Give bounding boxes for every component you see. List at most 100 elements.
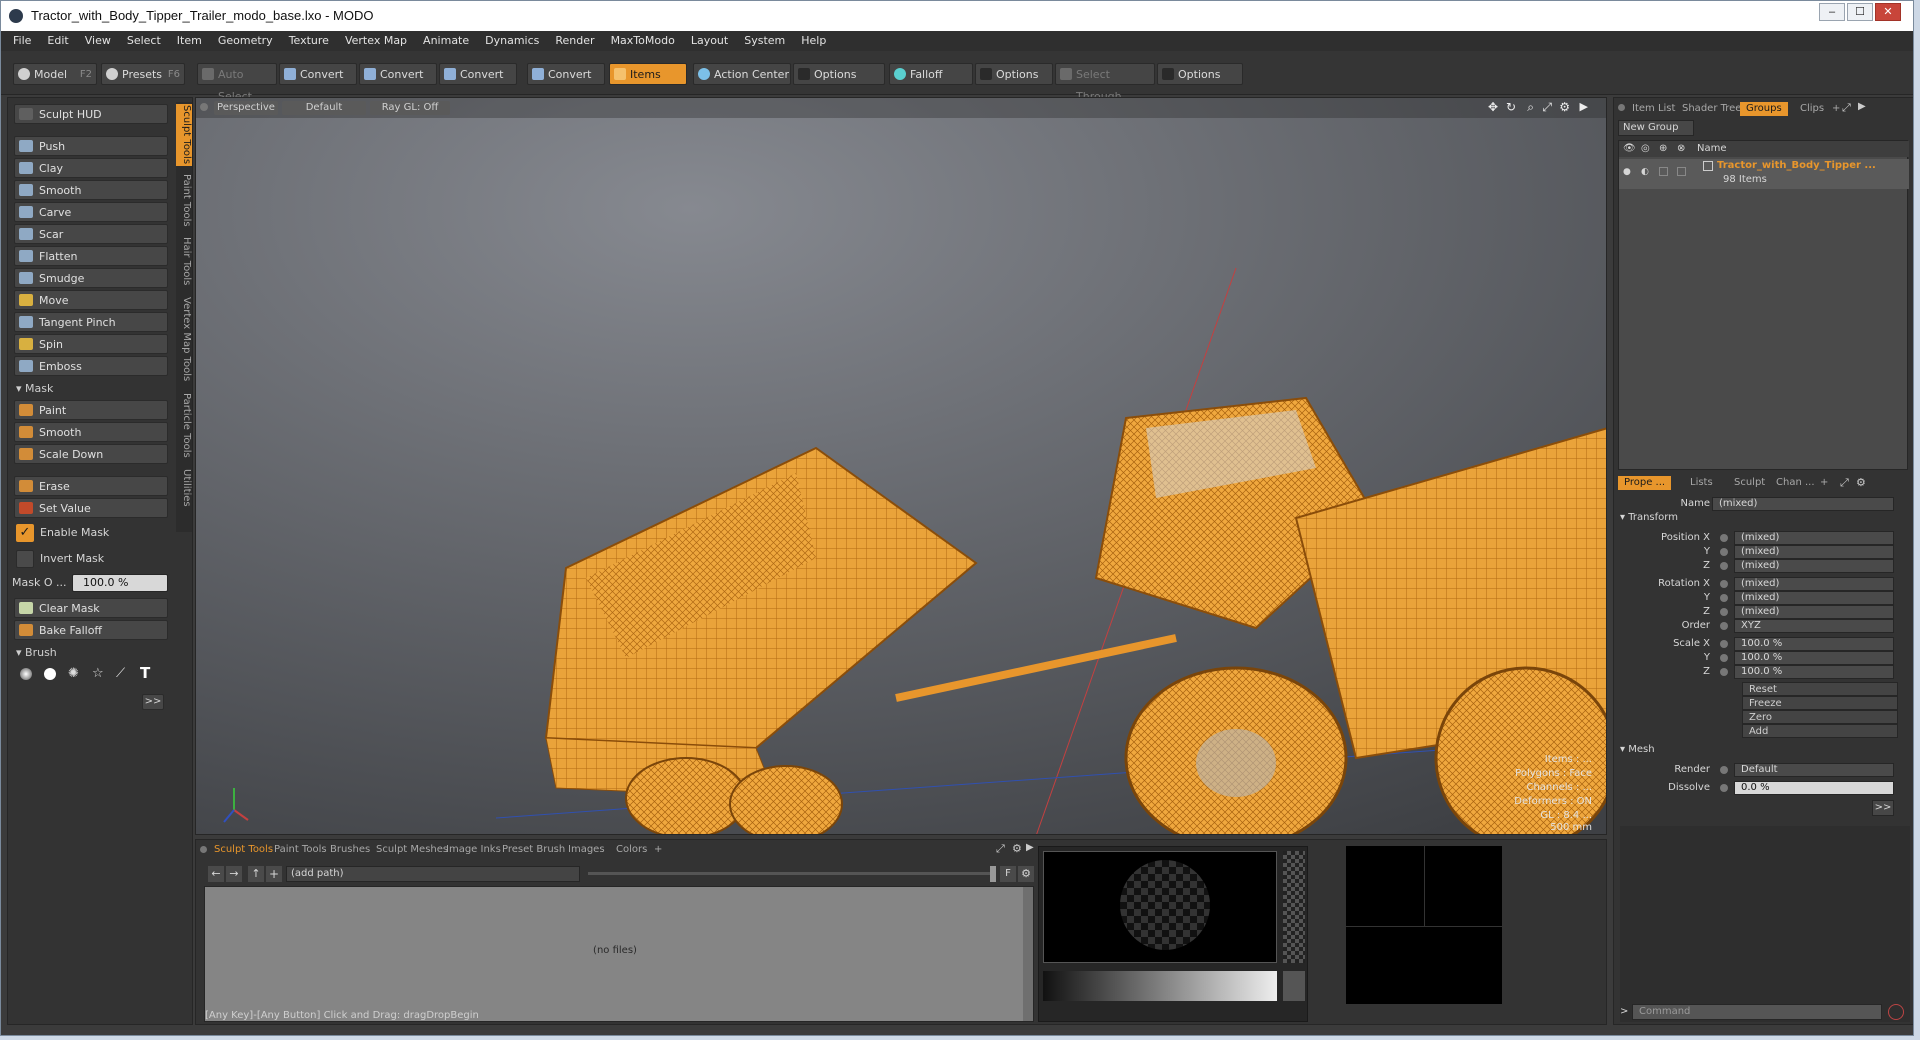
scale-x-field[interactable]: 100.0 %	[1734, 637, 1894, 651]
hard-brush-icon[interactable]	[44, 668, 56, 680]
tab-paint-tools-browser[interactable]: Paint Tools	[274, 844, 327, 855]
tab-properties[interactable]: Prope ...	[1618, 476, 1672, 490]
menu-edit[interactable]: Edit	[39, 31, 76, 51]
rotate-view-icon[interactable]: ↻	[1506, 100, 1516, 114]
clear-mask-button[interactable]: Clear Mask	[14, 598, 168, 618]
soft-brush-icon[interactable]	[20, 668, 32, 680]
3d-viewport[interactable]: Perspective Default Ray GL: Off ✥ ↻ ⌕ ⤢ …	[195, 97, 1607, 835]
menu-item[interactable]: Item	[169, 31, 210, 51]
command-input[interactable]: Command	[1632, 1004, 1882, 1020]
invert-mask-checkbox[interactable]	[16, 550, 34, 568]
tab-groups[interactable]: Groups	[1740, 102, 1788, 116]
add-path-icon[interactable]: +	[266, 866, 282, 882]
tab-sculpt-tools[interactable]: Sculpt Tools	[176, 104, 192, 166]
tab-sculpt-tools-browser[interactable]: Sculpt Tools	[214, 844, 273, 855]
lock-toggle[interactable]	[1659, 167, 1668, 176]
keyframe-icon[interactable]	[1720, 594, 1728, 602]
action-center-options-button[interactable]: Options	[793, 63, 885, 85]
viewport-scene[interactable]	[196, 98, 1607, 835]
close-button[interactable]: ✕	[1875, 3, 1901, 21]
scale-z-field[interactable]: 100.0 %	[1734, 665, 1894, 679]
tab-brushes[interactable]: Brushes	[330, 844, 370, 855]
tab-particle-tools[interactable]: Particle Tools	[176, 390, 192, 460]
falloff-options-button[interactable]: Options	[975, 63, 1053, 85]
tab-utilities[interactable]: Utilities	[176, 466, 192, 510]
shading-dropdown[interactable]: Default	[282, 101, 366, 115]
select-through-button[interactable]: Select Through	[1055, 63, 1155, 103]
name-field[interactable]: (mixed)	[1712, 497, 1894, 511]
tool-scar[interactable]: Scar	[14, 224, 168, 244]
tab-image-inks[interactable]: Image Inks	[446, 844, 501, 855]
tab-vertex-map-tools[interactable]: Vertex Map Tools	[176, 294, 192, 384]
mesh-section-header[interactable]: ▾ Mesh	[1620, 744, 1655, 755]
panel-settings-icon[interactable]: ⚙	[1012, 842, 1022, 855]
tool-clay[interactable]: Clay	[14, 158, 168, 178]
browser-scrollbar[interactable]	[1023, 887, 1033, 1021]
maximize-view-icon[interactable]: ⤢	[1542, 100, 1552, 115]
convert-vertices-button[interactable]: Convert	[279, 63, 357, 85]
panel-play-icon[interactable]: ▶	[1858, 101, 1866, 112]
filter-button[interactable]: F	[1000, 866, 1016, 882]
mask-section-header[interactable]: ▾ Mask	[16, 382, 53, 395]
menu-help[interactable]: Help	[793, 31, 834, 51]
mask-opacity-field[interactable]: 100.0 %	[72, 574, 168, 592]
panel-settings-icon[interactable]: ⚙	[1856, 476, 1866, 489]
menu-render[interactable]: Render	[547, 31, 602, 51]
bake-falloff-button[interactable]: Bake Falloff	[14, 620, 168, 640]
render-dropdown[interactable]: Default	[1734, 763, 1894, 777]
forward-icon[interactable]: →	[226, 866, 242, 882]
order-dropdown[interactable]: XYZ	[1734, 619, 1894, 633]
path-dropdown[interactable]: (add path)	[286, 866, 580, 882]
presets-button[interactable]: Presets F6	[101, 63, 185, 85]
up-folder-icon[interactable]: ↑	[248, 866, 264, 882]
add-dropdown[interactable]: Add	[1742, 724, 1898, 738]
select-through-options-button[interactable]: Options	[1157, 63, 1243, 85]
tool-tangent-pinch[interactable]: Tangent Pinch	[14, 312, 168, 332]
new-group-button[interactable]: New Group	[1618, 120, 1694, 136]
browser-settings-icon[interactable]: ⚙	[1018, 866, 1034, 882]
menu-dynamics[interactable]: Dynamics	[477, 31, 547, 51]
record-macro-icon[interactable]	[1888, 1004, 1904, 1020]
tab-images[interactable]: Images	[568, 844, 605, 855]
convert-polygons-button[interactable]: Convert	[439, 63, 517, 85]
menu-animate[interactable]: Animate	[415, 31, 477, 51]
tab-paint-tools[interactable]: Paint Tools	[176, 172, 192, 228]
keyframe-icon[interactable]	[1720, 622, 1728, 630]
menu-maxtomodo[interactable]: MaxToModo	[603, 31, 683, 51]
add-tab-button[interactable]: +	[1814, 476, 1834, 490]
tool-flatten[interactable]: Flatten	[14, 246, 168, 266]
group-row[interactable]: ● ◐ Tractor_with_Body_Tipper ... 98 Item…	[1619, 159, 1909, 189]
rotation-y-field[interactable]: (mixed)	[1734, 591, 1894, 605]
visibility-toggle-icon[interactable]: ●	[1623, 167, 1631, 177]
zero-dropdown[interactable]: Zero	[1742, 710, 1898, 724]
dissolve-field[interactable]: 0.0 %	[1734, 781, 1894, 795]
procedural-brush-icon[interactable]: ⟋	[116, 666, 125, 681]
rotation-z-field[interactable]: (mixed)	[1734, 605, 1894, 619]
sculpt-hud-button[interactable]: Sculpt HUD	[14, 104, 168, 124]
splatter-brush-icon[interactable]: ✺	[68, 666, 79, 681]
properties-expand-button[interactable]: >>	[1872, 800, 1894, 816]
position-z-field[interactable]: (mixed)	[1734, 559, 1894, 573]
tab-colors[interactable]: Colors	[616, 844, 647, 855]
falloff-button[interactable]: Falloff	[889, 63, 973, 85]
tab-preset-brush[interactable]: Preset Brush	[502, 844, 565, 855]
freeze-dropdown[interactable]: Freeze	[1742, 696, 1898, 710]
move-view-icon[interactable]: ✥	[1488, 100, 1498, 114]
value-gradient-bar[interactable]	[1043, 971, 1277, 1001]
view-type-dropdown[interactable]: Perspective	[214, 101, 278, 115]
menu-system[interactable]: System	[736, 31, 793, 51]
tool-smudge[interactable]: Smudge	[14, 268, 168, 288]
tab-shader-tree[interactable]: Shader Tree	[1676, 102, 1747, 116]
menu-layout[interactable]: Layout	[683, 31, 736, 51]
auto-select-button[interactable]: Auto Select	[197, 63, 277, 103]
position-y-field[interactable]: (mixed)	[1734, 545, 1894, 559]
tab-clips[interactable]: Clips	[1794, 102, 1830, 116]
mask-scale-down-button[interactable]: Scale Down	[14, 444, 168, 464]
mask-erase-button[interactable]: Erase	[14, 476, 168, 496]
zoom-view-icon[interactable]: ⌕	[1527, 100, 1534, 115]
text-brush-icon[interactable]: T	[140, 664, 150, 682]
tab-sculpt-meshes[interactable]: Sculpt Meshes	[376, 844, 448, 855]
keyframe-icon[interactable]	[1720, 534, 1728, 542]
viewport-menu-icon[interactable]	[200, 103, 208, 111]
mask-paint-button[interactable]: Paint	[14, 400, 168, 420]
